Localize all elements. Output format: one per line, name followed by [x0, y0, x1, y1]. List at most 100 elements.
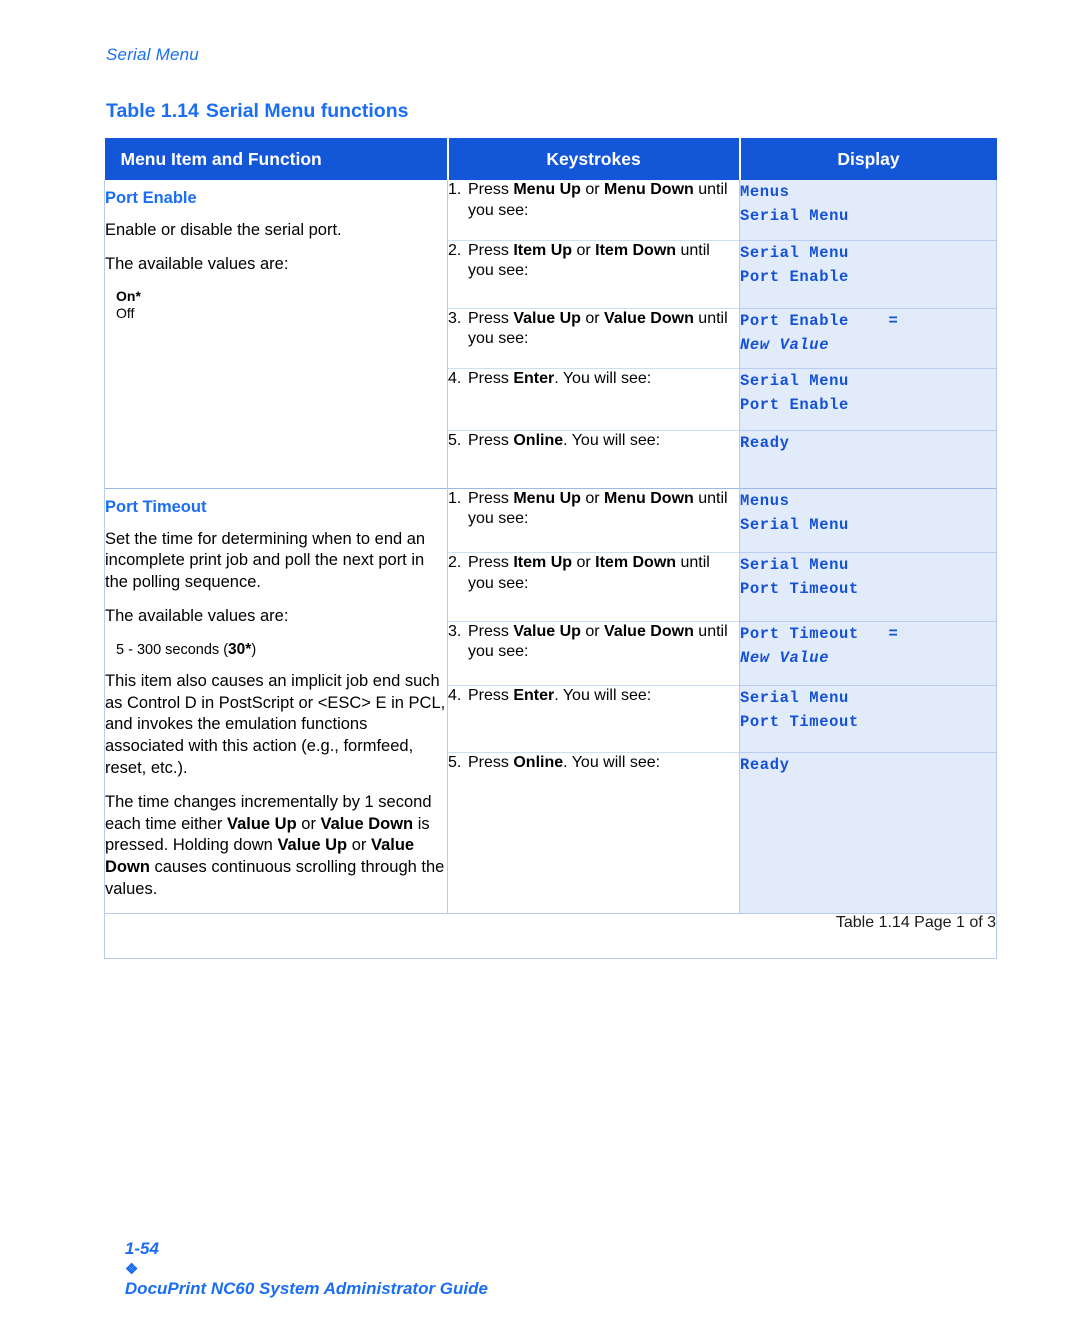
menu-item-title: Port Timeout — [105, 497, 207, 516]
step-number: 3. — [448, 309, 462, 327]
lcd-line-1: Menus — [740, 183, 790, 201]
lcd-line-1: Serial Menu — [740, 555, 849, 574]
table-caption-heading: Table 1.14 Serial Menu functions — [106, 100, 408, 123]
step-number: 5. — [448, 753, 462, 771]
step-number: 4. — [448, 369, 462, 387]
display-cell: Serial Menu Port Timeout — [739, 685, 997, 753]
keystroke-cell: 5. Press Online. You will see: — [447, 429, 740, 488]
lcd-line-1: Port Enable = — [740, 311, 899, 330]
lcd-readout: Ready — [740, 431, 996, 455]
lcd-line-2: Serial Menu — [740, 515, 849, 534]
lcd-readout: Port Enable = New Value — [740, 309, 996, 357]
menu-item-note-1: This item also causes an implicit job en… — [105, 671, 446, 777]
step-text: Press Value Up or Value Down until you s… — [468, 622, 728, 661]
display-cell: Port Enable = New Value — [739, 307, 997, 368]
lcd-line-1: Serial Menu — [740, 689, 849, 707]
diamond-icon: ❖ — [124, 1261, 139, 1278]
table-caption-number: Table 1.14 — [106, 100, 199, 122]
lcd-readout: Ready — [740, 753, 996, 777]
display-cell: Serial Menu Port Enable — [739, 239, 997, 308]
step-number: 4. — [448, 687, 462, 704]
keystroke-cell: 2. Press Item Up or Item Down until you s… — [447, 551, 740, 622]
step-text: Press Value Up or Value Down until you s… — [468, 309, 728, 348]
menu-item-function-cell: Port Timeout Set the time for determining… — [104, 487, 448, 914]
step-number: 2. — [448, 241, 462, 259]
table-page-note: Table 1.14 Page 1 of 3 — [104, 912, 997, 959]
values-list: On* Off — [105, 288, 447, 323]
lcd-line-2: Port Enable — [740, 267, 849, 286]
lcd-line-2: Serial Menu — [740, 207, 849, 226]
display-cell: Ready — [739, 751, 997, 914]
step-number: 3. — [448, 622, 462, 640]
value-option: Off — [116, 305, 135, 322]
value-option: On* — [116, 287, 141, 304]
step-text: Press Enter. You will see: — [468, 369, 652, 387]
step-text: Press Online. You will see: — [468, 753, 661, 771]
lcd-line-1: Port Timeout = — [740, 624, 899, 643]
lcd-line-1: Ready — [740, 755, 790, 774]
table-footer-row: Table 1.14 Page 1 of 3 — [104, 912, 997, 959]
lcd-line-1: Serial Menu — [740, 371, 849, 390]
display-cell: Serial Menu Port Enable — [739, 367, 997, 430]
serial-menu-functions-table: Menu Item and Function Keystrokes Displa… — [104, 138, 997, 959]
lcd-line-1: Ready — [740, 433, 790, 452]
lcd-line-2: Port Enable — [740, 395, 849, 414]
column-header-function: Menu Item and Function — [104, 138, 449, 180]
lcd-line-2: Port Timeout — [740, 579, 859, 598]
step-text: Press Enter. You will see: — [468, 687, 652, 704]
lcd-readout: Serial Menu Port Timeout — [740, 686, 996, 734]
lcd-line-1: Serial Menu — [740, 243, 849, 262]
keystroke-cell: 3. Press Value Up or Value Down until you… — [447, 307, 740, 368]
lcd-readout: Menus Serial Menu — [740, 489, 996, 537]
menu-item-description: Set the time for determining when to end… — [105, 529, 426, 592]
step-text: Press Item Up or Item Down until you see… — [468, 241, 710, 280]
step-number: 1. — [448, 489, 462, 507]
page-footer: 1-54 ❖ DocuPrint NC60 System Administrat… — [106, 1219, 488, 1319]
table-body: Port Enable Enable or disable the serial … — [104, 180, 997, 914]
lcd-readout: Serial Menu Port Enable — [740, 241, 996, 289]
menu-item-note-2: The time changes incrementally by 1 seco… — [105, 792, 445, 898]
keystroke-cell: 2. Press Item Up or Item Down until you s… — [447, 239, 740, 308]
footer-document-title: DocuPrint NC60 System Administrator Guid… — [124, 1279, 488, 1298]
table-caption-title: Serial Menu functions — [205, 100, 409, 122]
menu-item-title: Port Enable — [105, 189, 197, 207]
display-cell: Port Timeout = New Value — [739, 620, 997, 686]
page-number: 1-54 — [124, 1239, 159, 1258]
column-header-display: Display — [739, 138, 997, 180]
lcd-line-2: New Value — [740, 335, 830, 354]
running-head: Serial Menu — [106, 45, 199, 64]
value-range: 5 - 300 seconds (30*) — [116, 640, 257, 658]
menu-item-function-cell: Port Enable Enable or disable the serial … — [104, 180, 448, 488]
lcd-line-2: New Value — [740, 648, 830, 667]
table-header-row: Menu Item and Function Keystrokes Displa… — [104, 138, 997, 180]
display-cell: Ready — [739, 429, 997, 488]
values-intro: The available values are: — [105, 254, 289, 273]
table-row: Port Enable Enable or disable the serial … — [104, 180, 997, 488]
keystroke-cell: 4. Press Enter. You will see: — [447, 367, 740, 430]
keystroke-cell: 5. Press Online. You will see: — [447, 751, 740, 914]
lcd-line-2: Port Timeout — [740, 713, 859, 732]
table-row: Port Timeout Set the time for determining… — [104, 487, 997, 914]
values-intro: The available values are: — [105, 606, 289, 625]
step-number: 5. — [448, 431, 462, 449]
keystroke-cell: 1. Press Menu Up or Menu Down until you s… — [447, 180, 740, 240]
display-cell: Serial Menu Port Timeout — [739, 551, 997, 622]
column-header-keystrokes: Keystrokes — [447, 138, 741, 180]
lcd-readout: Serial Menu Port Timeout — [740, 553, 996, 601]
lcd-readout: Port Timeout = New Value — [740, 622, 996, 670]
lcd-readout: Serial Menu Port Enable — [740, 369, 996, 417]
lcd-line-1: Menus — [740, 491, 790, 510]
document-page: Serial Menu Table 1.14 Serial Menu functi… — [0, 0, 1080, 1298]
display-cell: Menus Serial Menu — [739, 487, 997, 553]
display-cell: Menus Serial Menu — [739, 180, 997, 240]
menu-item-description: Enable or disable the serial port. — [105, 221, 342, 239]
step-number: 2. — [448, 553, 462, 571]
keystroke-cell: 3. Press Value Up or Value Down until you… — [447, 620, 740, 686]
step-text: Press Menu Up or Menu Down until you see… — [468, 489, 728, 528]
keystroke-cell: 4. Press Enter. You will see: — [447, 685, 740, 753]
keystroke-cell: 1. Press Menu Up or Menu Down until you s… — [447, 487, 740, 553]
step-text: Press Item Up or Item Down until you see… — [468, 553, 710, 592]
step-text: Press Menu Up or Menu Down until you see… — [468, 181, 728, 219]
step-text: Press Online. You will see: — [468, 431, 661, 449]
step-number: 1. — [448, 181, 462, 198]
